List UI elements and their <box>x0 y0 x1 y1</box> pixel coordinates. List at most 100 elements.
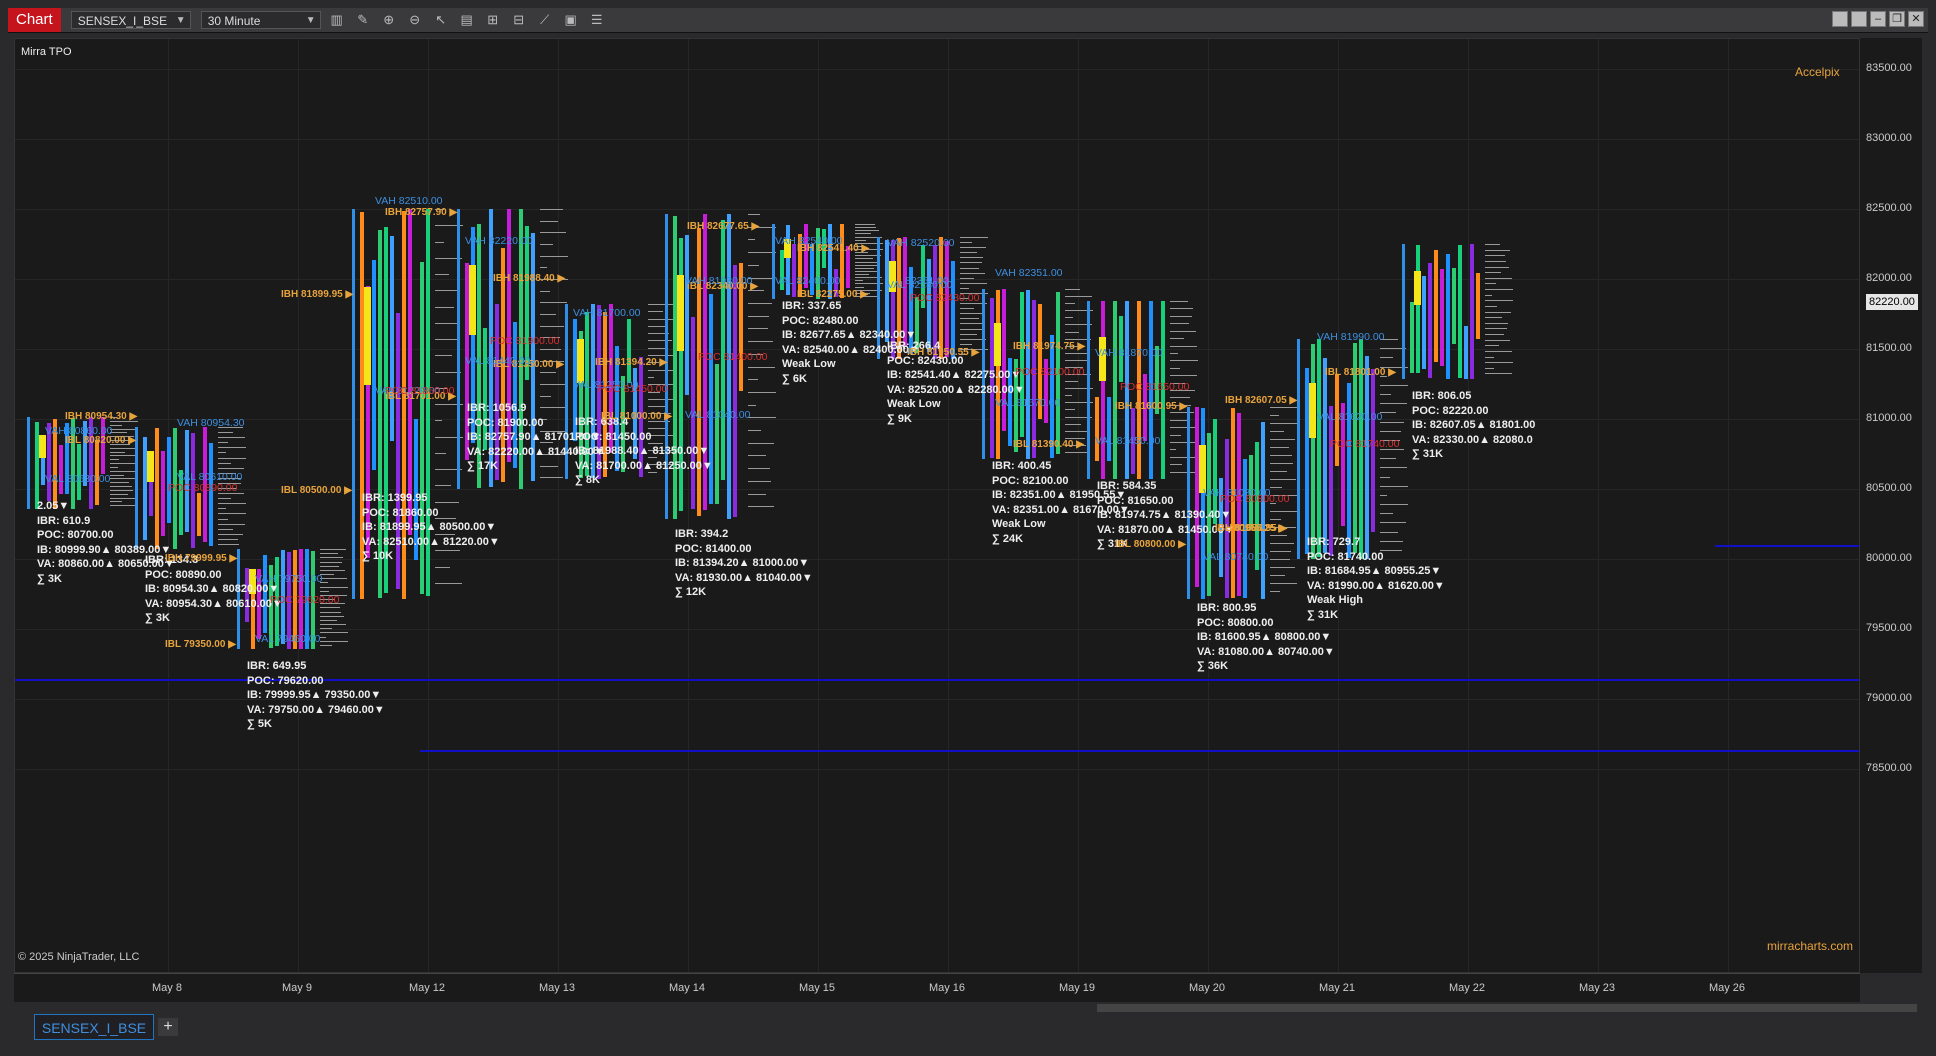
stat-line: ∑ 5K <box>247 718 272 730</box>
volume-bar <box>648 311 663 313</box>
minimize-icon[interactable]: – <box>1870 11 1886 27</box>
volume-bar <box>218 508 226 510</box>
volume-bar <box>1270 463 1294 464</box>
volume-bar <box>1270 479 1297 480</box>
stat-line: POC: 81450.00 <box>575 430 652 443</box>
volume-bar <box>1485 249 1510 251</box>
stat-line: VA: 82510.00▲ 81220.00▼ <box>362 535 500 548</box>
ibh-label: IBH 82757.90 ▶ <box>385 207 458 218</box>
volume-bar <box>1485 328 1507 330</box>
date-tick-label: May 12 <box>408 982 446 994</box>
stat-line: POC: 80700.00 <box>37 529 114 541</box>
indicators-icon[interactable]: ⊟ <box>509 10 529 30</box>
volume-bar <box>110 470 138 472</box>
volume-bar <box>1270 471 1288 472</box>
volume-bar <box>960 247 987 249</box>
volume-bar <box>748 480 771 482</box>
tpo-column <box>733 264 737 517</box>
stat-line: IB: 81394.20▲ 81000.00▼ <box>675 557 810 569</box>
initial-balance-highlight <box>364 287 371 385</box>
ibh-label: IBH 81950.55 ▶ <box>907 347 980 358</box>
scrollbar-thumb[interactable] <box>1097 1004 1917 1012</box>
volume-bar <box>748 493 767 495</box>
price-tick-label: 78500.00 <box>1866 762 1912 774</box>
stat-line: VA: 81990.00▲ 81620.00▼ <box>1307 579 1445 592</box>
vah-label: VAH 79750.00 <box>255 573 323 585</box>
tile-icon[interactable] <box>1832 11 1848 27</box>
price-tick-label: 82000.00 <box>1866 272 1912 284</box>
instrument-selector[interactable]: SENSEX_I_BSE ▼ <box>70 11 191 29</box>
volume-bar <box>648 376 655 378</box>
snapshot-icon[interactable]: ▣ <box>561 10 581 30</box>
tpo-column <box>1464 326 1468 379</box>
list-icon[interactable]: ☰ <box>587 10 607 30</box>
volume-bar <box>1270 559 1290 560</box>
close-icon[interactable]: ✕ <box>1908 11 1924 27</box>
date-tick-label: May 19 <box>1058 982 1096 994</box>
volume-bar <box>218 528 234 530</box>
volume-bar <box>1065 423 1081 425</box>
tpo-column <box>1452 267 1456 345</box>
tpo-column <box>59 445 63 495</box>
volume-bar <box>218 538 239 540</box>
stat-line: VA: 81700.00▲ 81250.00▼ <box>575 459 713 472</box>
volume-bar <box>435 339 459 340</box>
chart-properties-icon[interactable]: ⊞ <box>483 10 503 30</box>
volume-bar <box>218 503 246 505</box>
zoom-out-icon[interactable]: ⊖ <box>405 10 425 30</box>
pointer-icon[interactable]: ↖ <box>431 10 451 30</box>
volume-bar <box>648 318 673 320</box>
add-tab-button[interactable]: + <box>158 1018 178 1036</box>
vah-label: VAH 81870.00 <box>1095 347 1163 359</box>
volume-bar <box>1170 315 1193 317</box>
chart-toolbar: Chart SENSEX_I_BSE ▼ 30 Minute ▼ ▥ ✎ ⊕ ⊖… <box>8 8 1928 33</box>
poc-label: POC 82430.00 <box>910 291 980 304</box>
vah-label: VAH 82220.00 <box>465 235 533 247</box>
data-box-icon[interactable]: ▤ <box>457 10 477 30</box>
volume-bar <box>748 214 761 215</box>
strategies-icon[interactable]: ⟋ <box>535 10 555 30</box>
volume-bar <box>218 462 232 464</box>
volume-bar <box>1485 345 1500 347</box>
price-axis[interactable]: 82220.00 83500.00 83000.00 82500.00 82000.0… <box>1860 38 1922 973</box>
gridline <box>1338 39 1339 972</box>
interval-selector[interactable]: 30 Minute ▼ <box>200 11 321 29</box>
volume-bar <box>1485 255 1506 257</box>
tile-icon[interactable] <box>1851 11 1867 27</box>
volume-bar <box>1380 513 1393 515</box>
chart-window: Chart SENSEX_I_BSE ▼ 30 Minute ▼ ▥ ✎ ⊕ ⊖… <box>0 0 1936 1056</box>
tab-sensex[interactable]: SENSEX_I_BSE <box>34 1014 154 1040</box>
volume-bar <box>960 252 978 254</box>
price-tick-label: 81000.00 <box>1866 412 1912 424</box>
horizontal-scrollbar[interactable] <box>14 1002 1922 1014</box>
bar-type-icon[interactable]: ▥ <box>327 10 347 30</box>
volume-bar <box>748 391 776 393</box>
val-label: VAL 81620.00 <box>1317 411 1383 423</box>
tpo-column <box>1032 300 1036 459</box>
date-tick-label: May 20 <box>1188 982 1226 994</box>
gridline <box>15 69 1859 70</box>
stat-line: POC: 81740.00 <box>1307 550 1384 563</box>
volume-bar <box>1485 356 1494 358</box>
volume-bar <box>1485 289 1513 290</box>
date-tick-label: May 21 <box>1318 982 1356 994</box>
volume-bar <box>648 369 676 371</box>
stat-line: ∑ 3K <box>145 612 170 624</box>
gridline <box>15 629 1859 630</box>
stat-line: ∑ 10K <box>362 550 394 562</box>
chart-menu-button[interactable]: Chart <box>8 8 61 32</box>
volume-bar <box>1270 423 1298 424</box>
poc-label: POC 81860.00 <box>385 384 455 397</box>
drawing-tool-icon[interactable]: ✎ <box>353 10 373 30</box>
volume-bar <box>1270 567 1295 568</box>
price-tick-label: 82500.00 <box>1866 202 1912 214</box>
ibl-label: IBL 82275.00 ▶ <box>797 289 868 300</box>
chart-plot-area[interactable]: Mirra TPO Accelpix © 2025 NinjaTrader, L… <box>14 38 1860 973</box>
restore-icon[interactable]: ❐ <box>1889 11 1905 27</box>
tpo-column <box>1470 244 1474 379</box>
volume-bar <box>748 341 773 343</box>
stat-line: IB: 81600.95▲ 80800.00▼ <box>1197 631 1332 643</box>
volume-bar <box>1170 456 1198 458</box>
poc-label: POC 79620.00 <box>270 594 340 606</box>
zoom-in-icon[interactable]: ⊕ <box>379 10 399 30</box>
